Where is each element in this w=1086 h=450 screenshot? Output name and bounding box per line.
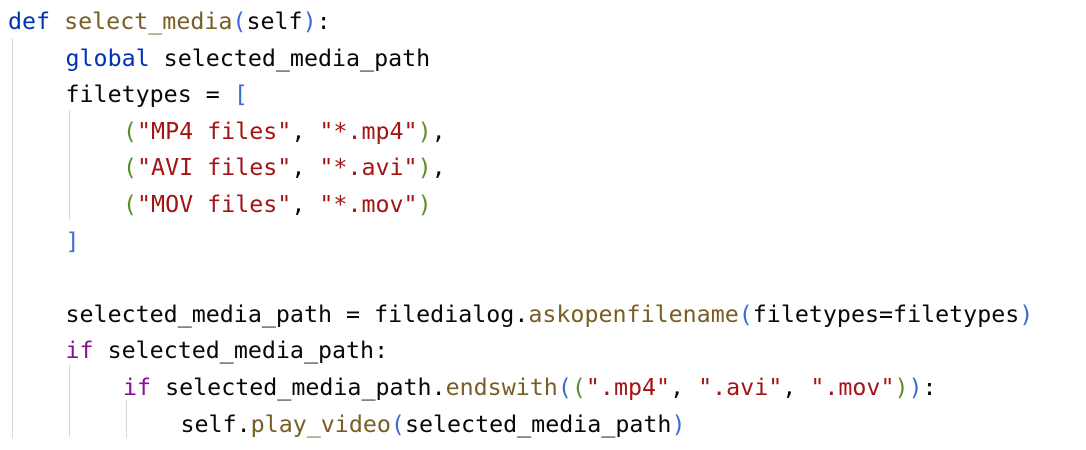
code-token: askopenfilename	[528, 300, 739, 328]
code-token: )	[302, 8, 317, 35]
code-line[interactable]: if selected_media_path.endswith((".mp4",…	[123, 370, 937, 406]
code-token: )	[894, 374, 909, 401]
code-token: :	[922, 374, 937, 401]
code-editor[interactable]: def select_media(self): global selected_m…	[0, 0, 1086, 450]
code-line[interactable]: ]	[66, 224, 80, 260]
code-token: )	[1019, 300, 1034, 328]
code-token: (	[123, 154, 138, 182]
code-token: ,	[291, 117, 320, 145]
code-token: ,	[782, 374, 811, 401]
code-token: )	[417, 154, 432, 182]
code-token: "*.mp4"	[319, 117, 418, 145]
code-line[interactable]: selected_media_path = filedialog.askopen…	[66, 297, 1034, 333]
code-token: select_media	[64, 8, 233, 35]
code-line[interactable]: if selected_media_path:	[66, 333, 389, 369]
code-token: filetypes =	[65, 81, 234, 109]
code-line[interactable]: ("AVI files", "*.avi"),	[123, 150, 446, 186]
code-token: play_video	[250, 410, 391, 438]
code-token: "*.mov"	[319, 191, 418, 218]
indent-guide-list	[69, 110, 70, 220]
code-token: "AVI files"	[137, 154, 292, 182]
code-token: global	[65, 44, 150, 72]
code-token: ,	[670, 374, 699, 401]
code-token: (	[557, 374, 572, 401]
code-token: (	[738, 300, 753, 328]
code-token: ,	[431, 117, 446, 145]
code-token: :	[316, 8, 331, 35]
code-token: self	[246, 8, 303, 35]
code-token: ,	[291, 154, 320, 182]
code-token: ".avi"	[698, 374, 783, 401]
code-token: "MOV files"	[137, 191, 292, 218]
code-token: ,	[431, 154, 446, 182]
code-token: selected_media_path	[149, 44, 431, 72]
code-token: selected_media_path.	[151, 374, 446, 401]
code-token: "*.avi"	[319, 154, 418, 182]
code-line[interactable]: def select_media(self):	[8, 4, 331, 40]
code-line[interactable]: self.play_video(selected_media_path)	[181, 407, 686, 443]
code-token: (	[123, 117, 138, 145]
code-token: selected_media_path:	[93, 337, 389, 365]
code-token: (	[232, 8, 247, 35]
code-token: def	[8, 8, 51, 35]
code-token: ]	[65, 227, 80, 255]
code-token: ".mp4"	[585, 374, 671, 401]
code-token: (	[571, 374, 586, 401]
code-token: ".mov"	[810, 374, 895, 401]
code-token: filetypes=filetypes	[752, 300, 1020, 328]
code-line[interactable]: ("MOV files", "*.mov")	[123, 187, 432, 223]
code-token: (	[123, 191, 138, 218]
code-token: ,	[291, 191, 320, 218]
indent-guide-function-body	[12, 38, 13, 438]
code-line[interactable]: global selected_media_path	[66, 41, 431, 77]
code-token: selected_media_path	[404, 410, 672, 438]
code-token: )	[417, 117, 432, 145]
code-token: if	[123, 374, 152, 401]
code-token: "MP4 files"	[137, 117, 292, 145]
code-token: (	[390, 410, 405, 438]
code-token: if	[65, 337, 94, 365]
code-token: )	[908, 374, 923, 401]
indent-guide-if-outer	[69, 365, 70, 437]
code-line[interactable]: ("MP4 files", "*.mp4"),	[123, 114, 446, 150]
code-token: [	[233, 81, 248, 109]
code-token: )	[671, 410, 686, 438]
code-token: self.	[180, 410, 251, 438]
code-token: endswith	[445, 374, 558, 401]
code-token: selected_media_path = filedialog.	[65, 300, 529, 328]
code-token: )	[417, 191, 432, 218]
code-line[interactable]: filetypes = [	[66, 77, 248, 113]
